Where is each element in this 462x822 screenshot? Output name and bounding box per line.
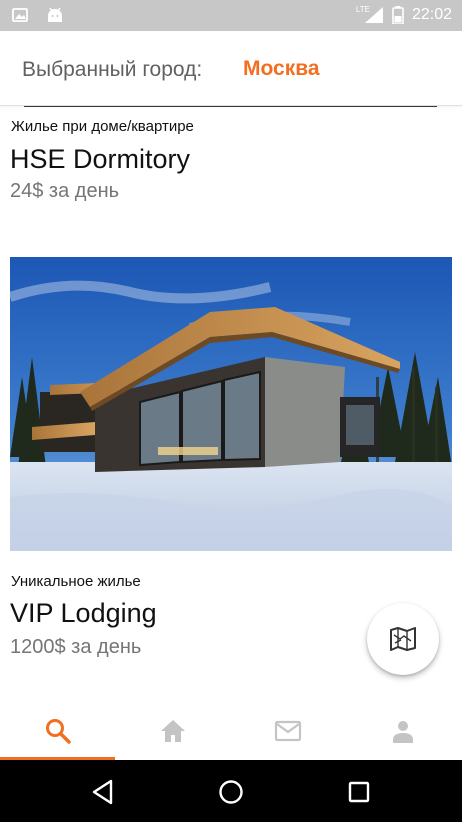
- listing-title[interactable]: VIP Lodging: [10, 598, 157, 629]
- system-back-button[interactable]: [85, 774, 121, 810]
- android-icon: [48, 7, 62, 22]
- home-icon: [160, 720, 185, 742]
- profile-icon: [392, 721, 413, 743]
- system-navigation-bar: [0, 760, 462, 822]
- map-button[interactable]: [367, 603, 439, 675]
- city-label: Выбранный город:: [22, 58, 203, 81]
- listing-price: 24$ за день: [10, 180, 120, 202]
- battery-icon: [392, 6, 404, 24]
- notification-icons: [12, 7, 64, 23]
- house-photo-illustration: [10, 257, 452, 551]
- clock: 22:02: [411, 6, 452, 23]
- listing-title[interactable]: HSE Dormitory: [10, 144, 190, 175]
- back-icon: [92, 779, 113, 805]
- status-bar: LTE 22:02: [0, 0, 462, 31]
- recents-icon: [348, 781, 370, 803]
- map-icon: [390, 627, 416, 651]
- listing-type: Жилье при доме/квартире: [11, 118, 194, 135]
- nav-search[interactable]: [0, 702, 115, 760]
- listing-price: 1200$ за день: [10, 636, 142, 658]
- mail-icon: [274, 720, 301, 742]
- image-icon: [12, 8, 28, 22]
- system-status-icons: LTE 22:02: [355, 4, 452, 24]
- system-home-button[interactable]: [213, 774, 249, 810]
- network-type: LTE: [355, 4, 370, 14]
- nav-messages[interactable]: [230, 702, 345, 760]
- bottom-navigation: [0, 702, 462, 760]
- search-icon: [45, 719, 71, 744]
- selected-city[interactable]: Москва: [243, 57, 320, 81]
- listing-photo[interactable]: [10, 257, 452, 551]
- nav-home[interactable]: [115, 702, 230, 760]
- system-recents-button[interactable]: [341, 774, 377, 810]
- nav-profile[interactable]: [345, 702, 460, 760]
- listing-type: Уникальное жилье: [11, 573, 141, 590]
- home-circle-icon: [219, 780, 243, 804]
- city-selector-bar[interactable]: Выбранный город: Москва: [0, 31, 462, 106]
